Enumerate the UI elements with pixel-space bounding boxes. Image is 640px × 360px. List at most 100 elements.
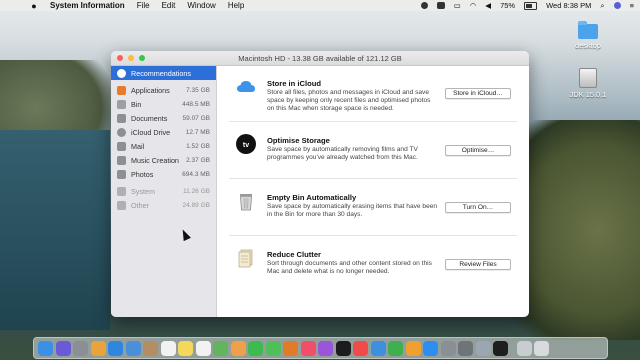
disk-image-icon [579,68,597,88]
record-icon[interactable] [420,2,428,9]
store-in-icloud-button[interactable]: Store in iCloud… [445,88,511,99]
review-files-button[interactable]: Review Files [445,259,511,270]
recommendation-title: Empty Bin Automatically [267,193,357,202]
recommendation-reduce-clutter: Reduce Clutter Sort through documents an… [229,237,517,293]
dock-podcasts-icon[interactable] [318,340,333,356]
dock-music-icon[interactable] [300,340,316,356]
sidebar-item-label: Mail [131,141,145,151]
window-title: Macintosh HD - 13.38 GB available of 121… [238,54,402,63]
sidebar-item-mail[interactable]: Mail 1.52 GB [111,139,216,153]
clock[interactable]: Wed 8:38 PM [546,1,591,10]
search-icon[interactable]: ⌕ [600,1,604,11]
storage-sidebar: Recommendations Applications 7.35 GB Bin… [111,66,217,317]
dock-siri-icon[interactable] [55,340,71,356]
dock-app-store-icon[interactable] [423,340,438,356]
dock-launchpad-icon[interactable] [73,340,88,356]
sidebar-item-system[interactable]: System 11.26 GB [111,184,216,198]
sidebar-item-bin[interactable]: Bin 448.5 MB [111,97,216,111]
sidebar-item-photos[interactable]: Photos 694.3 MB [111,167,216,181]
sidebar-item-icloud-drive[interactable]: iCloud Drive 12.7 MB [111,125,216,139]
sidebar-item-other[interactable]: Other 24.89 GB [111,198,216,212]
wifi-icon[interactable]: ◠ [470,1,477,10]
menu-window[interactable]: Window [187,1,215,10]
sidebar-item-label: iCloud Drive [131,127,171,137]
dock-chrome-icon[interactable] [90,340,106,356]
sidebar-item-label: Other [131,200,149,210]
dock-finder-icon[interactable] [38,340,53,356]
system-information-window: Macintosh HD - 13.38 GB available of 121… [111,51,529,317]
dock-terminal-icon[interactable] [493,340,508,356]
dock-contacts-icon[interactable] [143,340,158,356]
dock-trash-icon[interactable] [534,340,549,356]
divider [229,121,517,122]
system-icon [117,186,126,196]
dock-messages-icon[interactable] [265,340,281,356]
dock-notes-icon[interactable] [178,340,193,356]
airplay-icon[interactable]: ▭ [454,1,461,10]
status-area: ▭ ◠ ◀ 75% Wed 8:38 PM ⌕ ≡ [420,0,634,11]
cloud-icon [117,127,126,137]
dock-mail-icon[interactable] [125,340,141,356]
other-icon [117,200,126,210]
control-center-icon[interactable]: ≡ [630,1,634,10]
documents-icon [117,113,126,123]
dock-photos-icon[interactable] [230,340,246,356]
apple-tv-icon: tv [236,134,256,154]
sidebar-item-size: 694.3 MB [182,170,210,178]
dock-pages-icon[interactable] [405,340,421,356]
menu-extra-icon[interactable] [436,2,445,9]
battery-icon[interactable] [524,1,538,10]
sidebar-item-label: Documents [131,113,168,123]
dock-calendar-icon[interactable] [160,340,176,356]
dock-maps-icon[interactable] [213,340,228,356]
sidebar-item-label: Recommendations [131,68,191,78]
menu-edit[interactable]: Edit [162,1,176,10]
wallpaper-sea [0,130,110,330]
desktop-folder[interactable]: desktop [568,21,608,50]
dock-system-information-icon[interactable] [516,340,532,356]
sidebar-item-recommendations[interactable]: Recommendations [111,66,216,80]
menu-help[interactable]: Help [228,1,244,10]
dock-numbers-icon[interactable] [388,340,403,356]
sidebar-item-size: 12.7 MB [185,128,210,136]
sidebar-item-label: Applications [131,85,170,95]
title-bar[interactable]: Macintosh HD - 13.38 GB available of 121… [111,51,529,66]
turn-on-button[interactable]: Turn On… [445,202,511,213]
desktop-disk-image[interactable]: JDK 15.0.1 [568,68,608,99]
recommendation-description: Save space by automatically removing fil… [267,146,418,161]
dock-preview-icon[interactable] [475,340,491,356]
volume-icon[interactable]: ◀ [485,1,491,10]
folder-icon [578,21,598,39]
bin-icon [117,99,126,109]
dock-facetime-icon[interactable] [248,340,263,356]
music-creation-icon [117,155,126,165]
applications-icon [117,85,126,95]
dock-reminders-icon[interactable] [195,340,211,356]
dock-news-icon[interactable] [353,340,368,356]
menu-file[interactable]: File [137,1,150,10]
apple-menu-icon[interactable]: ● [30,1,38,11]
battery-percentage[interactable]: 75% [500,1,515,10]
recommendation-title: Reduce Clutter [267,250,322,259]
recommendation-description: Store all files, photos and messages in … [267,89,431,112]
dock-tv-icon[interactable] [335,340,351,356]
recommendation-title: Optimise Storage [267,136,330,145]
sidebar-item-documents[interactable]: Documents 59.07 GB [111,111,216,125]
dock [33,337,608,359]
sidebar-item-size: 448.5 MB [182,100,210,108]
optimise-button[interactable]: Optimise… [445,145,511,156]
dock-safari-icon[interactable] [108,340,123,356]
dock-screenshot-icon[interactable] [458,340,473,356]
sidebar-item-size: 7.35 GB [186,86,210,94]
sidebar-item-label: Music Creation [131,155,179,165]
sidebar-item-size: 59.07 GB [182,114,210,122]
sidebar-item-applications[interactable]: Applications 7.35 GB [111,83,216,97]
dock-keynote-icon[interactable] [370,340,386,356]
photos-icon [117,169,126,179]
dock-books-icon[interactable] [283,340,298,356]
app-menu[interactable]: System Information [50,1,125,10]
sidebar-item-music-creation[interactable]: Music Creation 2.37 GB [111,153,216,167]
divider [229,178,517,179]
siri-icon[interactable] [613,2,621,9]
dock-system-preferences-icon[interactable] [440,340,456,356]
